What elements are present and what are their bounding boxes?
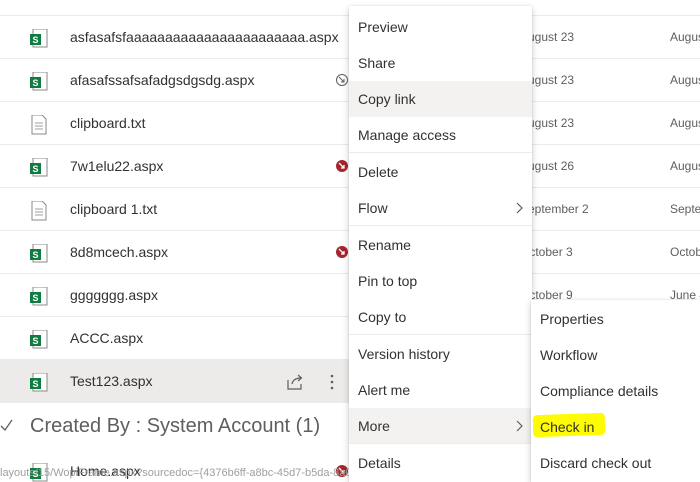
checked-out-icon	[336, 246, 348, 258]
chevron-right-icon	[516, 420, 523, 432]
file-name[interactable]: afasafssafsafadgsdgsdg.aspx	[70, 72, 254, 88]
modified-date-2: Augus	[670, 73, 700, 87]
file-name[interactable]: asfasafsfaaaaaaaaaaaaaaaaaaaaaaa.aspx	[70, 29, 339, 45]
file-name[interactable]: ggggggg.aspx	[70, 287, 158, 303]
menu-item-pin-to-top[interactable]: Pin to top	[349, 263, 532, 299]
submenu-item-compliance-details[interactable]: Compliance details	[531, 373, 700, 409]
modified-date-2: Augus	[670, 116, 700, 130]
menu-item-more[interactable]: More	[349, 408, 532, 444]
svg-text:S: S	[32, 379, 38, 389]
sync-status-icon	[336, 74, 348, 86]
sharepoint-page-icon: S	[30, 287, 48, 306]
text-file-icon	[31, 115, 47, 135]
menu-divider	[349, 443, 532, 444]
context-menu: Preview Share Copy link Manage access De…	[349, 6, 532, 482]
sharepoint-page-icon: S	[30, 373, 48, 392]
file-name[interactable]: clipboard.txt	[70, 115, 145, 131]
menu-divider	[349, 225, 532, 226]
sharepoint-page-icon: S	[30, 72, 48, 91]
svg-text:S: S	[32, 293, 38, 303]
menu-item-share[interactable]: Share	[349, 45, 532, 81]
submenu-item-properties[interactable]: Properties	[531, 301, 700, 337]
file-name[interactable]: 8d8mcech.aspx	[70, 244, 168, 260]
sharepoint-page-icon: S	[30, 244, 48, 263]
menu-item-details[interactable]: Details	[349, 445, 532, 481]
group-title: Created By : System Account (1)	[30, 415, 321, 437]
modified-date-2: Augus	[670, 159, 700, 173]
menu-item-alert-me[interactable]: Alert me	[349, 372, 532, 408]
chevron-right-icon	[516, 202, 523, 214]
check-icon[interactable]	[0, 416, 14, 434]
file-name[interactable]: 7w1elu22.aspx	[70, 158, 163, 174]
svg-text:S: S	[32, 336, 38, 346]
modified-date-2: Augus	[670, 30, 700, 44]
file-name[interactable]: clipboard 1.txt	[70, 201, 157, 217]
checked-out-icon	[336, 160, 348, 172]
svg-text:S: S	[32, 250, 38, 260]
menu-divider	[349, 334, 532, 335]
menu-item-label: Flow	[358, 200, 388, 216]
sharepoint-page-icon: S	[30, 29, 48, 48]
sharepoint-page-icon: S	[30, 158, 48, 177]
sharepoint-page-icon: S	[30, 330, 48, 349]
menu-item-label: More	[358, 418, 390, 434]
menu-item-label: Check in	[540, 419, 595, 435]
more-actions-icon[interactable]	[324, 370, 340, 394]
share-icon[interactable]	[285, 372, 305, 392]
submenu-item-workflow[interactable]: Workflow	[531, 337, 700, 373]
file-name[interactable]: ACCC.aspx	[70, 330, 143, 346]
menu-item-delete[interactable]: Delete	[349, 154, 532, 190]
svg-text:S: S	[32, 164, 38, 174]
menu-item-manage-access[interactable]: Manage access	[349, 117, 532, 153]
submenu-item-discard-check-out[interactable]: Discard check out	[531, 445, 700, 481]
menu-item-copy-link[interactable]: Copy link	[349, 81, 532, 117]
svg-text:S: S	[32, 78, 38, 88]
menu-item-version-history[interactable]: Version history	[349, 336, 532, 372]
file-name[interactable]: Test123.aspx	[70, 373, 153, 389]
menu-item-copy-to[interactable]: Copy to	[349, 299, 532, 335]
svg-text:S: S	[32, 35, 38, 45]
menu-divider	[349, 152, 532, 153]
menu-item-preview[interactable]: Preview	[349, 9, 532, 45]
modified-date-2: Septe	[670, 202, 700, 216]
submenu-item-check-in[interactable]: Check in	[531, 409, 700, 445]
menu-item-rename[interactable]: Rename	[349, 227, 532, 263]
modified-date-2: Octob	[670, 245, 700, 259]
menu-item-flow[interactable]: Flow	[349, 190, 532, 226]
more-submenu: Properties Workflow Compliance details C…	[531, 300, 700, 482]
text-file-icon	[31, 201, 47, 221]
